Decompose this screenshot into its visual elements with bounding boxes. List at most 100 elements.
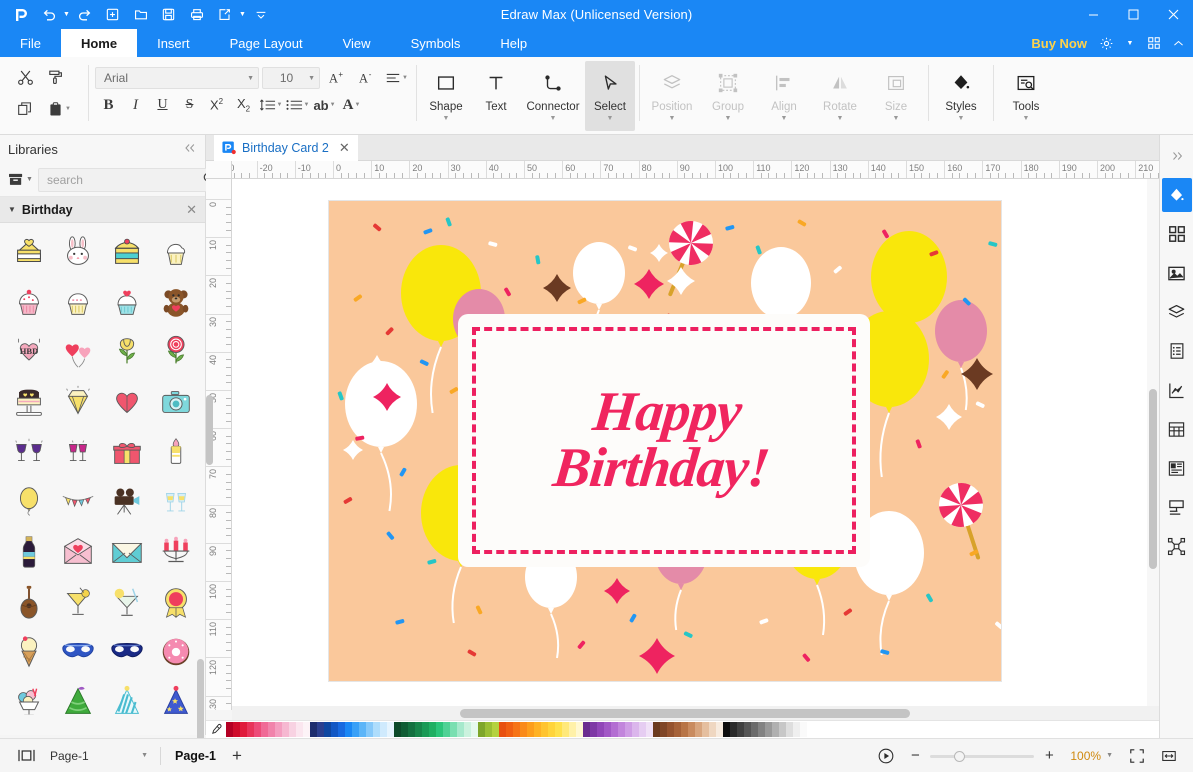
- library-shape-tulip[interactable]: [102, 327, 151, 377]
- color-swatch[interactable]: [800, 722, 807, 737]
- superscript-button[interactable]: X2: [203, 92, 230, 118]
- greeting-text[interactable]: Happy Birthday!: [445, 314, 884, 567]
- close-button[interactable]: [1153, 0, 1193, 29]
- font-color-button[interactable]: A ▼: [338, 92, 365, 118]
- canvas-horizontal-scrollbar[interactable]: [232, 706, 1172, 720]
- tools-caret-icon[interactable]: ▼: [1023, 116, 1030, 122]
- tab-view[interactable]: View: [323, 29, 391, 57]
- color-swatch[interactable]: [688, 722, 695, 737]
- zoom-out-button[interactable]: −: [904, 745, 926, 767]
- shape-tool-button[interactable]: Shape ▼: [421, 61, 471, 131]
- color-swatch[interactable]: [226, 722, 233, 737]
- add-page-button[interactable]: +: [222, 746, 252, 766]
- page-select[interactable]: Page-1 ▼: [40, 745, 152, 767]
- library-shape-champagne-bottle[interactable]: [4, 527, 53, 577]
- connector-tool-button[interactable]: Connector ▼: [521, 61, 585, 131]
- color-swatch[interactable]: [730, 722, 737, 737]
- color-swatch[interactable]: [450, 722, 457, 737]
- color-swatch[interactable]: [247, 722, 254, 737]
- color-swatch[interactable]: [716, 722, 723, 737]
- color-swatch[interactable]: [674, 722, 681, 737]
- color-swatch[interactable]: [506, 722, 513, 737]
- color-swatch[interactable]: [618, 722, 625, 737]
- color-swatch[interactable]: [513, 722, 520, 737]
- color-swatch[interactable]: [359, 722, 366, 737]
- zoom-caret-icon[interactable]: ▼: [1106, 752, 1119, 759]
- undo-group[interactable]: ▼: [36, 3, 70, 27]
- bold-button[interactable]: B: [95, 92, 122, 118]
- library-shape-gift-box[interactable]: [102, 427, 151, 477]
- close-icon[interactable]: ✕: [186, 202, 197, 218]
- color-swatch[interactable]: [548, 722, 555, 737]
- shrink-font-button[interactable]: A-: [353, 65, 380, 91]
- color-swatch[interactable]: [324, 722, 331, 737]
- color-swatch[interactable]: [723, 722, 730, 737]
- color-swatch[interactable]: [702, 722, 709, 737]
- library-shape-ice-cream-sundae[interactable]: [4, 677, 53, 715]
- library-shape-hbd-heart[interactable]: HBD: [4, 327, 53, 377]
- color-swatch[interactable]: [576, 722, 583, 737]
- shape-caret-icon[interactable]: ▼: [443, 116, 450, 122]
- library-shape-rose[interactable]: [151, 327, 200, 377]
- undo-icon[interactable]: [36, 3, 62, 27]
- color-swatch[interactable]: [590, 722, 597, 737]
- chevron-up-icon[interactable]: [1167, 30, 1189, 56]
- color-swatch[interactable]: [583, 722, 590, 737]
- print-icon[interactable]: [184, 3, 210, 27]
- color-swatch[interactable]: [597, 722, 604, 737]
- tools-button[interactable]: Tools ▼: [998, 61, 1054, 131]
- new-document-icon[interactable]: [100, 3, 126, 27]
- grid-apps-icon[interactable]: [1143, 30, 1165, 56]
- color-swatch[interactable]: [562, 722, 569, 737]
- library-shape-green-party-hat[interactable]: [53, 677, 102, 715]
- color-swatch[interactable]: [744, 722, 751, 737]
- color-swatch[interactable]: [541, 722, 548, 737]
- select-tool-button[interactable]: Select ▼: [585, 61, 635, 131]
- color-swatch[interactable]: [436, 722, 443, 737]
- canvas-left-scroll-thumb[interactable]: [206, 395, 213, 465]
- color-swatch[interactable]: [240, 722, 247, 737]
- bullets-caret-icon[interactable]: ▼: [304, 102, 310, 108]
- document-tab[interactable]: Birthday Card 2 ✕: [214, 135, 358, 161]
- line-spacing-caret-icon[interactable]: ▼: [277, 102, 283, 108]
- color-swatch[interactable]: [569, 722, 576, 737]
- gear-icon[interactable]: [1095, 30, 1117, 56]
- chart-icon[interactable]: [1162, 373, 1192, 407]
- color-swatch[interactable]: [527, 722, 534, 737]
- customize-qat-icon[interactable]: [248, 3, 274, 27]
- color-swatch[interactable]: [555, 722, 562, 737]
- color-swatch[interactable]: [604, 722, 611, 737]
- color-swatch[interactable]: [457, 722, 464, 737]
- connector-caret-icon[interactable]: ▼: [550, 116, 557, 122]
- rotate-button[interactable]: Rotate ▼: [812, 61, 868, 131]
- export-group[interactable]: ▼: [212, 3, 246, 27]
- tab-page-layout[interactable]: Page Layout: [210, 29, 323, 57]
- canvas-vertical-scroll-thumb[interactable]: [1149, 389, 1157, 569]
- library-shape-pink-envelope-heart[interactable]: [53, 527, 102, 577]
- eyedropper-icon[interactable]: [206, 723, 226, 736]
- save-icon[interactable]: [156, 3, 182, 27]
- color-swatch[interactable]: [443, 722, 450, 737]
- text-tool-button[interactable]: Text: [471, 61, 521, 131]
- color-swatch[interactable]: [331, 722, 338, 737]
- color-swatch[interactable]: [471, 722, 478, 737]
- text-case-button[interactable]: ab ▼: [311, 92, 338, 118]
- library-shape-candelabra[interactable]: [151, 527, 200, 577]
- color-swatch[interactable]: [261, 722, 268, 737]
- library-shape-diamond[interactable]: [53, 377, 102, 427]
- library-shape-movie-camera[interactable]: [102, 477, 151, 527]
- color-swatch[interactable]: [401, 722, 408, 737]
- color-swatch[interactable]: [408, 722, 415, 737]
- layers-icon[interactable]: [1162, 295, 1192, 329]
- color-swatch[interactable]: [786, 722, 793, 737]
- canvas-horizontal-scroll-thumb[interactable]: [460, 709, 910, 718]
- color-swatch[interactable]: [646, 722, 653, 737]
- subscript-button[interactable]: X2: [230, 92, 257, 118]
- callout-icon[interactable]: [1162, 490, 1192, 524]
- copy-button[interactable]: [10, 95, 40, 123]
- library-shape-ice-cream-cone[interactable]: [4, 627, 53, 677]
- color-swatch[interactable]: [464, 722, 471, 737]
- library-shape-teal-envelope[interactable]: [102, 527, 151, 577]
- library-shape-cocktail-lemon[interactable]: [53, 577, 102, 627]
- grow-font-button[interactable]: A+: [323, 65, 350, 91]
